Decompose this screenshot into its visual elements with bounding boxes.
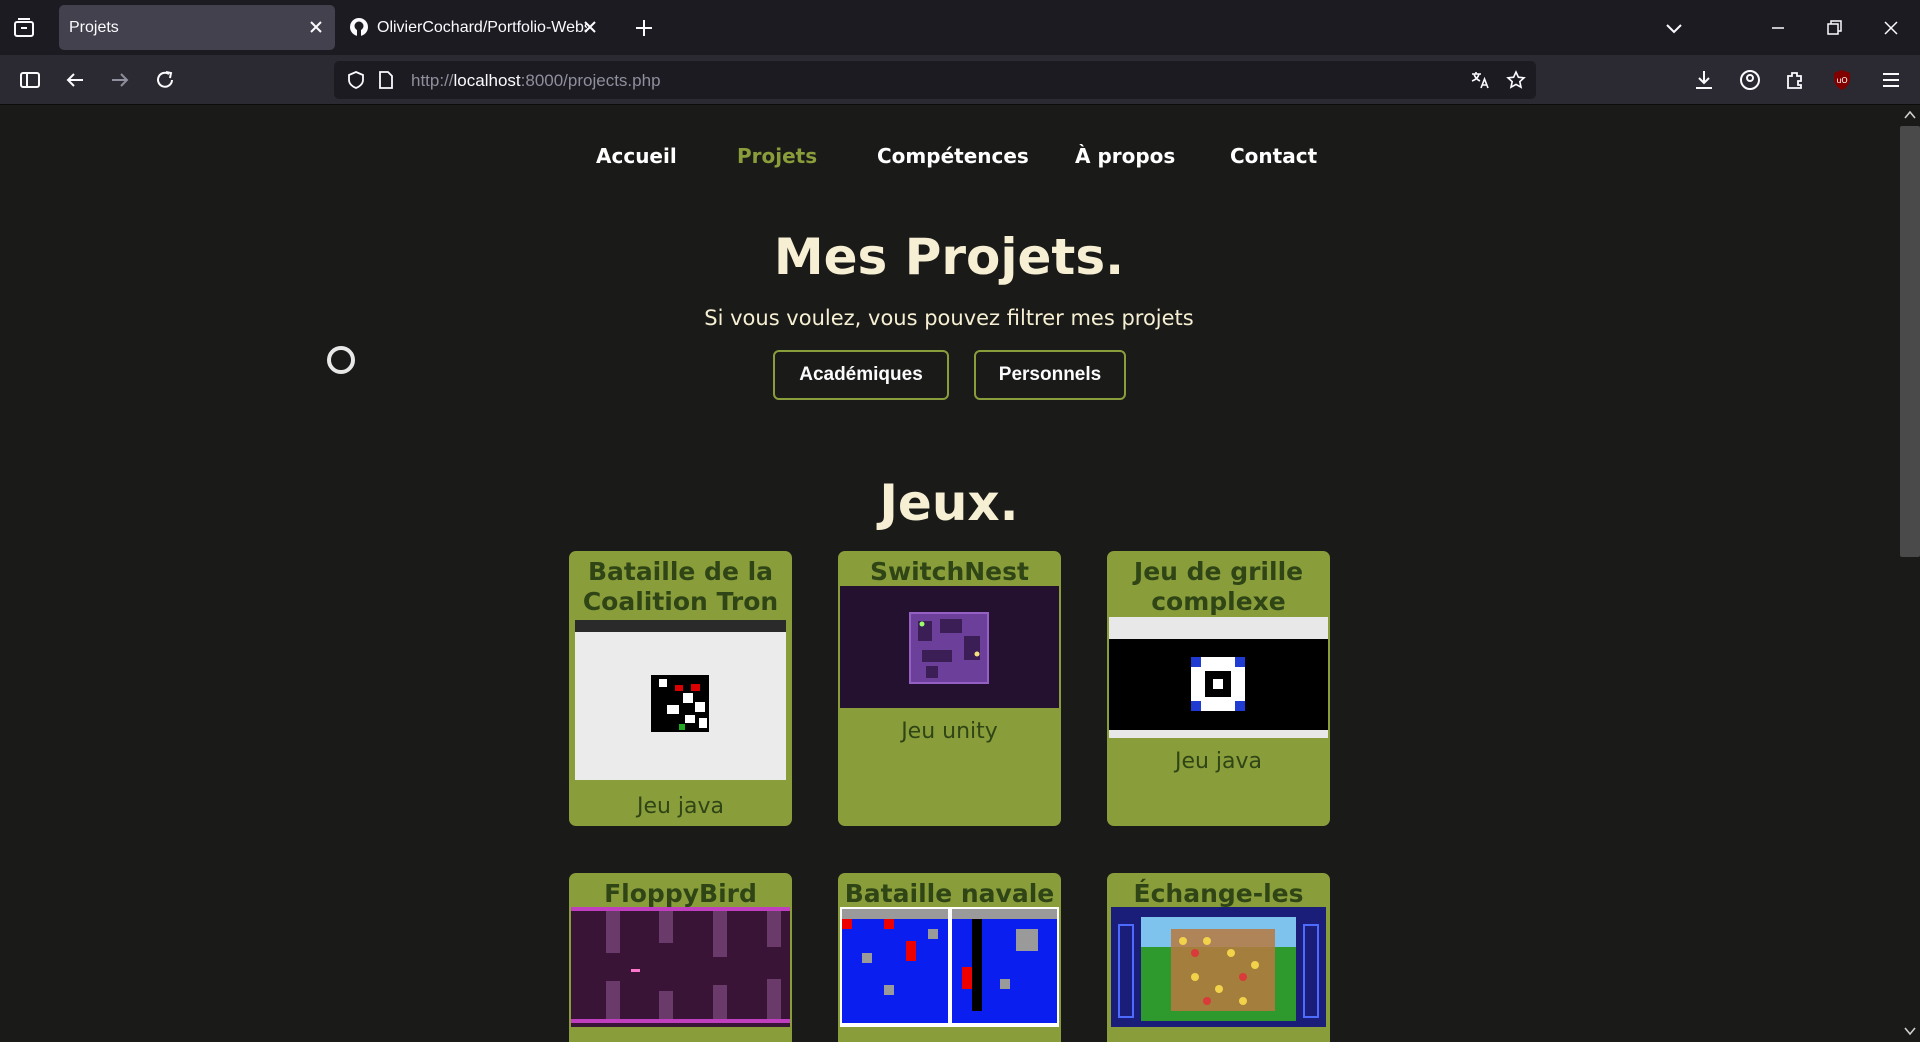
nav-link-accueil[interactable]: Accueil	[596, 144, 677, 168]
menu-icon[interactable]	[1879, 68, 1903, 92]
match3-screenshot-icon	[1111, 907, 1326, 1027]
url-text[interactable]: http://localhost:8000/projects.php	[411, 71, 661, 91]
tab-github[interactable]: OlivierCochard/Portfolio-Websi	[343, 5, 609, 50]
close-window-icon[interactable]	[1877, 14, 1905, 42]
minimize-icon[interactable]	[1764, 14, 1792, 42]
project-card[interactable]: FloppyBird	[569, 873, 792, 1042]
shield-icon[interactable]	[346, 70, 366, 90]
project-card[interactable]: SwitchNest Jeu unity	[838, 551, 1061, 826]
nav-link-a-propos[interactable]: À propos	[1075, 144, 1175, 168]
tab-title: OlivierCochard/Portfolio-Websi	[377, 18, 587, 36]
nav-link-contact[interactable]: Contact	[1230, 144, 1317, 168]
project-description: Jeu java	[636, 794, 725, 819]
translate-icon[interactable]	[1470, 70, 1490, 90]
tron-game-screenshot-icon	[575, 620, 786, 780]
project-description: Jeu unity	[901, 719, 998, 744]
battleship-screenshot-icon	[840, 907, 1059, 1027]
svg-text:uO: uO	[1836, 76, 1847, 85]
forward-arrow-icon[interactable]	[108, 68, 132, 92]
page-title: Mes Projets.	[773, 228, 1125, 286]
filter-academiques-button[interactable]: Académiques	[773, 350, 949, 400]
tab-projets[interactable]: Projets	[59, 5, 335, 50]
close-tab-icon[interactable]	[307, 18, 325, 36]
grid-game-screenshot-icon	[1109, 617, 1328, 738]
project-title: Jeu de grille complexe	[1133, 557, 1304, 616]
bookmark-star-icon[interactable]	[1506, 70, 1526, 90]
project-title: Bataille navale	[844, 879, 1055, 908]
project-card[interactable]: Échange-les tous	[1107, 873, 1330, 1042]
browser-tab-bar: Projets OlivierCochard/Portfolio-Websi	[0, 0, 1920, 55]
section-title: Jeux.	[879, 474, 1019, 532]
ublock-icon[interactable]: uO	[1830, 68, 1854, 92]
page-content: Accueil Projets Compétences À propos Con…	[0, 106, 1898, 1042]
project-card[interactable]: Jeu de grille complexe Jeu java	[1107, 551, 1330, 826]
sidebar-toggle-icon[interactable]	[18, 68, 42, 92]
downloads-icon[interactable]	[1692, 68, 1716, 92]
floppybird-screenshot-icon	[571, 907, 790, 1027]
browser-toolbar: http://localhost:8000/projects.php uO	[0, 55, 1920, 105]
url-bar[interactable]: http://localhost:8000/projects.php	[334, 61, 1536, 99]
project-card[interactable]: Bataille de la Coalition Tron Jeu java	[569, 551, 792, 826]
page-icon[interactable]	[377, 70, 395, 90]
tab-list-icon[interactable]	[12, 16, 36, 40]
url-path: :8000/projects.php	[520, 71, 661, 90]
url-host: localhost	[453, 71, 521, 90]
project-description: Jeu java	[1174, 749, 1263, 774]
restore-icon[interactable]	[1820, 14, 1848, 42]
project-card[interactable]: Bataille navale	[838, 873, 1061, 1042]
extensions-icon[interactable]	[1783, 68, 1807, 92]
filter-personnels-button[interactable]: Personnels	[974, 350, 1126, 400]
scrollbar-thumb[interactable]	[1900, 126, 1920, 557]
project-title: FloppyBird	[604, 879, 757, 908]
nav-link-competences[interactable]: Compétences	[877, 144, 1029, 168]
new-tab-icon[interactable]	[632, 16, 656, 40]
github-icon	[350, 18, 368, 36]
loading-spinner-icon	[327, 346, 355, 374]
url-scheme: http://	[411, 71, 454, 90]
project-title: Bataille de la Coalition Tron	[582, 557, 779, 616]
project-title: SwitchNest	[870, 557, 1029, 586]
tab-title: Projets	[69, 18, 119, 36]
back-arrow-icon[interactable]	[63, 68, 87, 92]
nav-link-projets[interactable]: Projets	[737, 144, 817, 168]
site-navigation: Accueil Projets Compétences À propos Con…	[0, 144, 1898, 174]
switchnest-screenshot-icon	[840, 586, 1059, 708]
close-tab-icon[interactable]	[581, 18, 599, 36]
account-icon[interactable]	[1738, 68, 1762, 92]
reload-icon[interactable]	[153, 68, 177, 92]
tab-overflow-chevron-icon[interactable]	[1660, 14, 1688, 42]
scroll-up-arrow-icon[interactable]	[1902, 108, 1918, 122]
page-subtitle: Si vous voulez, vous pouvez filtrer mes …	[704, 306, 1194, 330]
scroll-down-arrow-icon[interactable]	[1902, 1024, 1918, 1038]
